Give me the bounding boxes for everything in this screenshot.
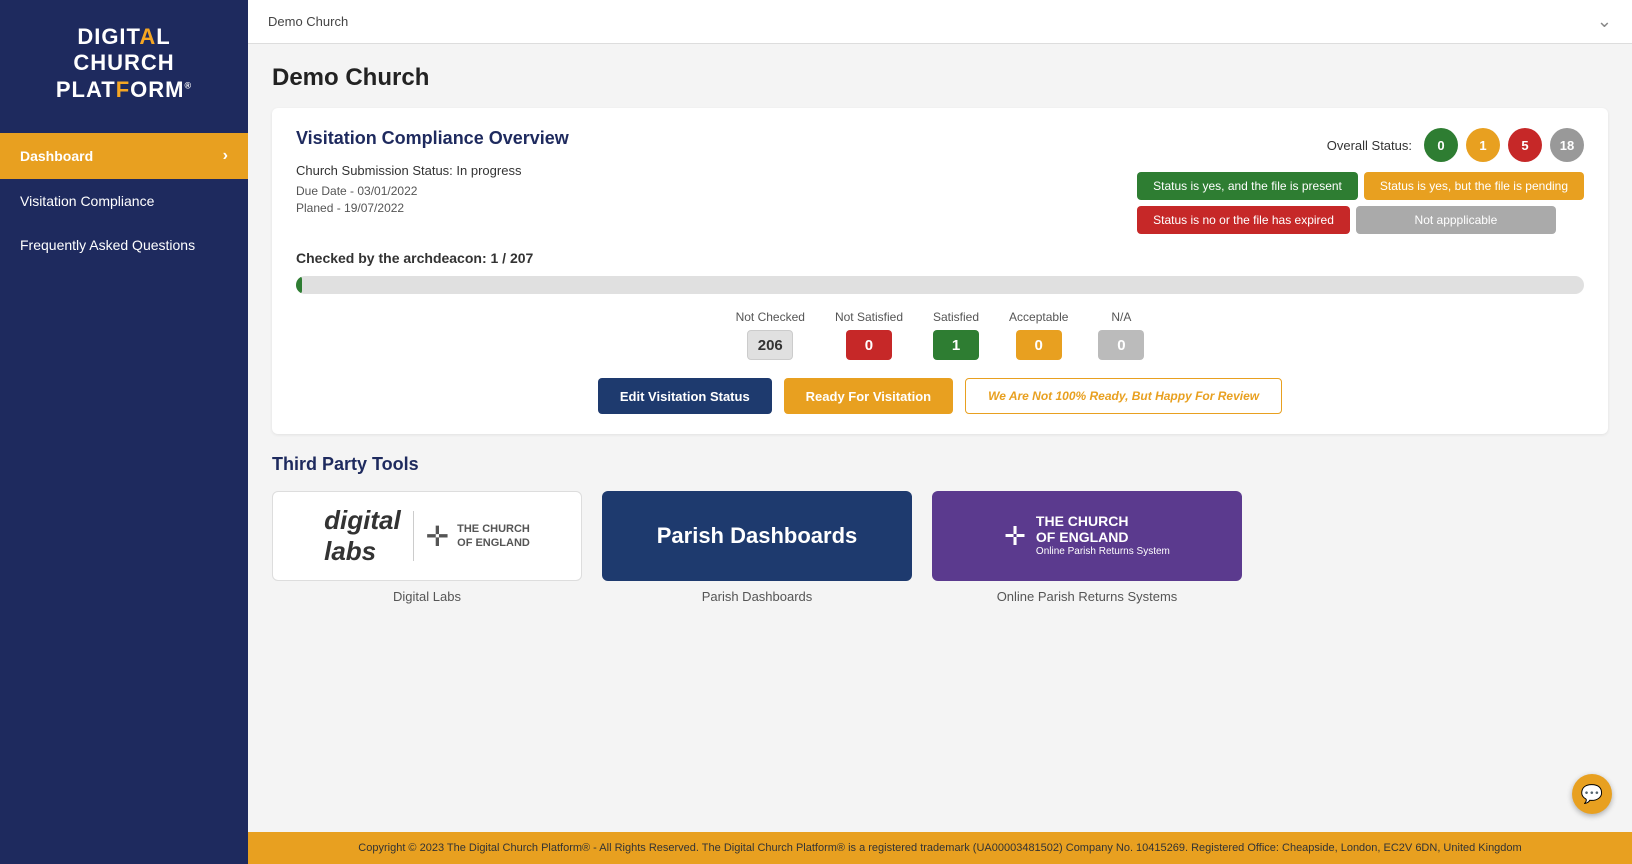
england-logo: ✛ THE CHURCHOF ENGLAND Online Parish Ret… [1004, 513, 1170, 559]
footer-text: Copyright © 2023 The Digital Church Plat… [358, 842, 1521, 854]
progress-bar-fill [296, 276, 302, 294]
status-badge-gray: 18 [1550, 128, 1584, 162]
legend-gray: Not appplicable [1356, 206, 1556, 234]
status-badge-red: 5 [1508, 128, 1542, 162]
action-buttons: Edit Visitation Status Ready For Visitat… [296, 378, 1584, 414]
overall-status-label: Overall Status: [1327, 138, 1412, 153]
legend-red: Status is no or the file has expired [1137, 206, 1350, 234]
legend-row-2: Status is no or the file has expired Not… [1137, 206, 1584, 234]
england-main-text: THE CHURCHOF ENGLAND [1036, 513, 1170, 545]
divider [413, 511, 414, 561]
ready-visitation-button[interactable]: Ready For Visitation [784, 378, 953, 414]
count-satisfied: Satisfied 1 [933, 310, 979, 360]
legend-row-1: Status is yes, and the file is present S… [1137, 172, 1584, 200]
status-badge-yellow: 1 [1466, 128, 1500, 162]
chat-bubble[interactable]: 💬 [1572, 774, 1612, 814]
edit-visitation-button[interactable]: Edit Visitation Status [598, 378, 772, 414]
parish-dashboards-label: Parish Dashboards [702, 589, 813, 604]
tool-online-parish: ✛ THE CHURCHOF ENGLAND Online Parish Ret… [932, 491, 1242, 604]
planned-date: Planed - 19/07/2022 [296, 201, 569, 215]
content-area: Demo Church Visitation Compliance Overvi… [248, 44, 1632, 832]
online-parish-card[interactable]: ✛ THE CHURCHOF ENGLAND Online Parish Ret… [932, 491, 1242, 581]
digital-labs-card[interactable]: digitallabs ✛ THE CHURCH OF ENGLAND [272, 491, 582, 581]
third-party-title: Third Party Tools [272, 454, 1608, 475]
logo-text: DIGITAL CHURCH PLATFORM® [20, 24, 228, 103]
breadcrumb: Demo Church [268, 14, 348, 29]
progress-label: Checked by the archdeacon: 1 / 207 [296, 250, 1584, 266]
submission-status: Church Submission Status: In progress [296, 163, 569, 178]
chat-icon: 💬 [1581, 784, 1603, 805]
digital-labs-text: digitallabs [324, 505, 401, 567]
status-counts: Not Checked 206 Not Satisfied 0 [296, 310, 1584, 360]
legend-green: Status is yes, and the file is present [1137, 172, 1358, 200]
sidebar-item-visitation-compliance[interactable]: Visitation Compliance [0, 179, 248, 223]
legend: Status is yes, and the file is present S… [1137, 172, 1584, 234]
online-parish-label: Online Parish Returns Systems [997, 589, 1178, 604]
sidebar-item-faq-label: Frequently Asked Questions [20, 237, 195, 253]
sidebar-item-dashboard-label: Dashboard [20, 148, 93, 164]
count-badge-na: 0 [1098, 330, 1144, 360]
progress-section: Checked by the archdeacon: 1 / 207 Not C… [296, 250, 1584, 414]
chevron-right-icon: › [223, 147, 228, 165]
status-info: Church Submission Status: In progress Du… [296, 163, 569, 215]
england-text-block: THE CHURCHOF ENGLAND Online Parish Retur… [1036, 513, 1170, 559]
top-bar: Demo Church ⌄ [248, 0, 1632, 44]
footer: Copyright © 2023 The Digital Church Plat… [248, 832, 1632, 864]
parish-dashboards-text: Parish Dashboards [657, 523, 858, 549]
compliance-left: Visitation Compliance Overview Church Su… [296, 128, 569, 215]
legend-yellow: Status is yes, but the file is pending [1364, 172, 1584, 200]
progress-bar [296, 276, 1584, 294]
tools-grid: digitallabs ✛ THE CHURCH OF ENGLAND [272, 491, 1608, 604]
overall-status-row: Overall Status: 0 1 5 18 [1327, 128, 1584, 162]
visitation-compliance-card: Visitation Compliance Overview Church Su… [272, 108, 1608, 434]
sidebar-nav: Dashboard › Visitation Compliance Freque… [0, 133, 248, 267]
count-badge-not-satisfied: 0 [846, 330, 892, 360]
sidebar-logo: DIGITAL CHURCH PLATFORM® [0, 0, 248, 123]
section-title: Visitation Compliance Overview [296, 128, 569, 149]
cross-icon: ✛ [426, 520, 449, 553]
status-badge-green: 0 [1424, 128, 1458, 162]
cross-white-icon: ✛ [1004, 521, 1026, 552]
sidebar: DIGITAL CHURCH PLATFORM® Dashboard › Vis… [0, 0, 248, 864]
third-party-section: Third Party Tools digitallabs ✛ T [272, 454, 1608, 604]
tool-parish-dashboards: Parish Dashboards Parish Dashboards [602, 491, 912, 604]
tool-digital-labs: digitallabs ✛ THE CHURCH OF ENGLAND [272, 491, 582, 604]
sidebar-item-visitation-label: Visitation Compliance [20, 193, 154, 209]
count-badge-acceptable: 0 [1016, 330, 1062, 360]
parish-dashboards-card[interactable]: Parish Dashboards [602, 491, 912, 581]
not-ready-button[interactable]: We Are Not 100% Ready, But Happy For Rev… [965, 378, 1282, 414]
sidebar-item-faq[interactable]: Frequently Asked Questions [0, 223, 248, 267]
church-england-logo: ✛ THE CHURCH OF ENGLAND [426, 520, 530, 553]
count-badge-satisfied: 1 [933, 330, 979, 360]
page-title: Demo Church [272, 64, 1608, 92]
compliance-header: Visitation Compliance Overview Church Su… [296, 128, 1584, 234]
compliance-right: Overall Status: 0 1 5 18 [1117, 128, 1584, 234]
sidebar-item-dashboard[interactable]: Dashboard › [0, 133, 248, 179]
count-not-satisfied: Not Satisfied 0 [835, 310, 903, 360]
user-menu-icon[interactable]: ⌄ [1597, 11, 1612, 32]
digital-labs-label: Digital Labs [393, 589, 461, 604]
church-england-text: THE CHURCH OF ENGLAND [457, 522, 530, 551]
count-not-checked: Not Checked 206 [736, 310, 805, 360]
due-date: Due Date - 03/01/2022 [296, 184, 569, 198]
england-sub-text: Online Parish Returns System [1036, 545, 1170, 559]
digital-labs-content: digitallabs ✛ THE CHURCH OF ENGLAND [304, 505, 550, 567]
count-acceptable: Acceptable 0 [1009, 310, 1068, 360]
count-badge-not-checked: 206 [747, 330, 793, 360]
count-na: N/A 0 [1098, 310, 1144, 360]
main-content: Demo Church ⌄ Demo Church Visitation Com… [248, 0, 1632, 864]
